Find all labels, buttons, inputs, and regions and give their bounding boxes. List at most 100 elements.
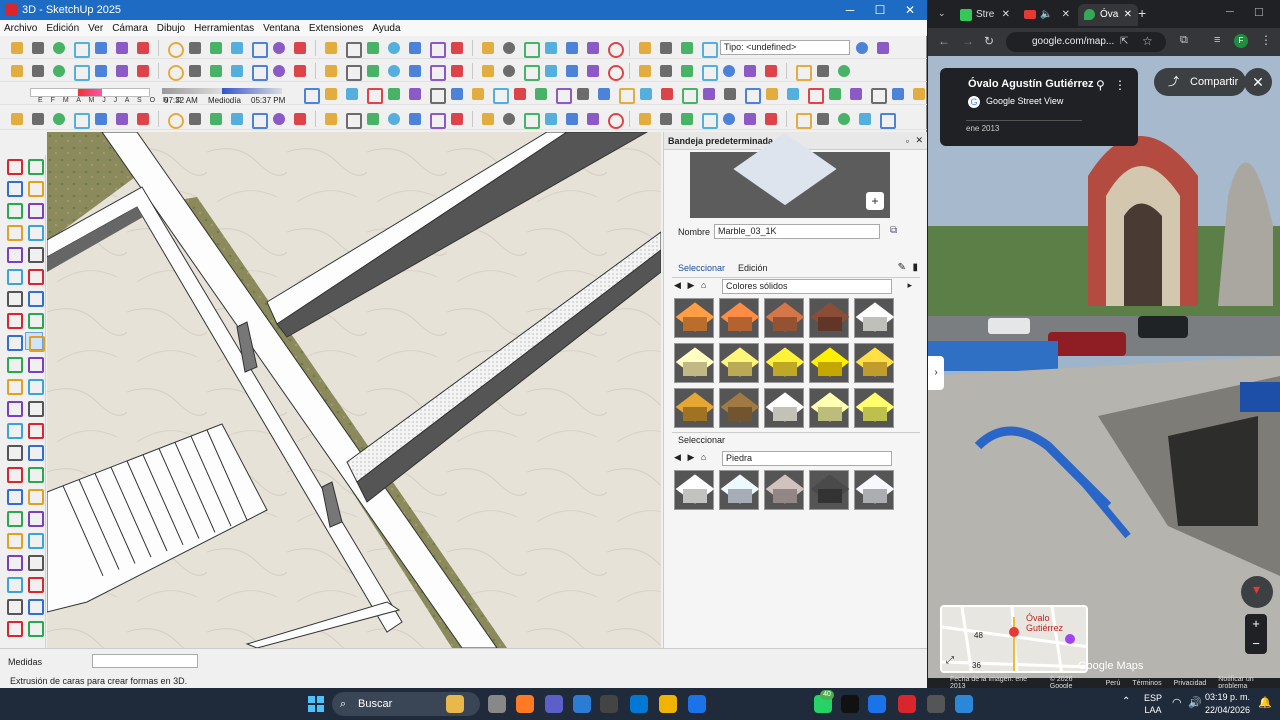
tb4-tool-3-icon[interactable] <box>50 111 68 127</box>
tb3-tool-3-icon[interactable] <box>343 86 361 102</box>
tb4-tool-12-icon[interactable] <box>249 111 268 129</box>
left-tool-16-1-icon[interactable] <box>4 486 23 505</box>
close-streetview-button[interactable]: ✕ <box>1244 68 1272 96</box>
tb4-tool-13-icon[interactable] <box>270 111 288 127</box>
tb4-tool-9-icon[interactable] <box>186 111 204 127</box>
tb2-tool-4-icon[interactable] <box>71 63 90 81</box>
menu-ver[interactable]: Ver <box>88 23 103 34</box>
tb2-tool-9-icon[interactable] <box>186 63 204 79</box>
left-tool-14-2-icon[interactable] <box>25 442 44 461</box>
menu-ayuda[interactable]: Ayuda <box>372 23 400 34</box>
start-windows-icon[interactable] <box>308 696 324 712</box>
tb4-tool-35-icon[interactable] <box>762 111 780 127</box>
tb2-tool-23-icon[interactable] <box>500 63 518 79</box>
tb3-tool-9-icon[interactable] <box>469 86 487 102</box>
material-swatch[interactable] <box>854 470 894 510</box>
country-link[interactable]: Perú <box>1106 680 1121 687</box>
tb1-tool-10-icon[interactable] <box>207 40 225 56</box>
left-tool-5-1-icon[interactable] <box>4 244 23 263</box>
tb2-tool-20-icon[interactable] <box>427 63 446 81</box>
back-icon-2[interactable]: ◀ <box>674 452 681 462</box>
left-tool-2-2-icon[interactable] <box>25 178 44 197</box>
tb1-tool-30-icon[interactable] <box>657 40 675 56</box>
tb4-tool-33-icon[interactable] <box>720 111 738 127</box>
left-tool-1-2-icon[interactable] <box>25 156 44 175</box>
left-tool-22-1-icon[interactable] <box>4 618 23 637</box>
tb1-tool-3-icon[interactable] <box>50 40 68 56</box>
tb3-tool-28-icon[interactable] <box>868 86 887 104</box>
tb4-tool-20-icon[interactable] <box>427 111 446 129</box>
left-tool-9-1-icon[interactable] <box>4 332 23 351</box>
material-swatch[interactable] <box>854 298 894 338</box>
menu-herramientas[interactable]: Herramientas <box>194 23 254 34</box>
tb1-tool-16-icon[interactable] <box>343 40 362 58</box>
tb1-tool-33-icon[interactable] <box>853 40 871 56</box>
expand-map-icon[interactable]: ⤢ <box>946 655 954 666</box>
tb2-tool-36-icon[interactable] <box>793 63 812 81</box>
menu-extensiones[interactable]: Extensiones <box>309 23 363 34</box>
tb3-tool-25-icon[interactable] <box>805 86 824 104</box>
tb2-tool-28-icon[interactable] <box>605 63 624 81</box>
tb2-tool-38-icon[interactable] <box>835 63 853 79</box>
left-tool-3-1-icon[interactable] <box>4 200 23 219</box>
material-swatch[interactable] <box>764 388 804 428</box>
tb3-tool-2-icon[interactable] <box>322 86 340 102</box>
tb4-tool-17-icon[interactable] <box>364 111 382 127</box>
tb4-tool-19-icon[interactable] <box>406 111 424 127</box>
report-link[interactable]: Notificar un problema <box>1218 676 1280 688</box>
left-tool-18-2-icon[interactable] <box>25 530 44 549</box>
left-tool-1-1-icon[interactable] <box>4 156 23 175</box>
tb2-tool-21-icon[interactable] <box>448 63 466 79</box>
material-swatch[interactable] <box>809 343 849 383</box>
tab-3[interactable]: Óva ✕ <box>1078 4 1138 26</box>
tb3-tool-13-icon[interactable] <box>553 86 572 104</box>
firefox-icon[interactable] <box>516 695 534 713</box>
tb2-tool-15-icon[interactable] <box>322 63 340 79</box>
left-tool-18-1-icon[interactable] <box>4 530 23 549</box>
new-tab-icon[interactable]: + <box>1138 5 1146 21</box>
tb4-tool-39-icon[interactable] <box>856 111 874 127</box>
eyedropper-icon[interactable]: ✎ <box>898 262 906 273</box>
privacy-link[interactable]: Privacidad <box>1174 680 1207 687</box>
3d-viewport[interactable] <box>47 132 661 648</box>
tb3-tool-12-icon[interactable] <box>532 86 550 102</box>
tb4-tool-7-icon[interactable] <box>134 111 152 127</box>
tb4-tool-21-icon[interactable] <box>448 111 466 127</box>
tb2-tool-22-icon[interactable] <box>479 63 497 79</box>
tb3-tool-5-icon[interactable] <box>385 86 403 102</box>
left-tool-15-2-icon[interactable] <box>25 464 44 483</box>
left-tool-7-2-icon[interactable] <box>25 288 44 307</box>
tb1-tool-23-icon[interactable] <box>500 40 518 56</box>
tb2-tool-35-icon[interactable] <box>762 63 780 79</box>
tb1-tool-2-icon[interactable] <box>29 40 47 56</box>
zoom-out-button[interactable]: − <box>1245 634 1267 654</box>
tb3-tool-6-icon[interactable] <box>406 86 424 102</box>
card-menu-icon[interactable]: ⋮ <box>1114 78 1126 92</box>
tb3-tool-4-icon[interactable] <box>364 86 383 104</box>
left-tool-11-1-icon[interactable] <box>4 376 23 395</box>
app-icon[interactable] <box>955 695 973 713</box>
tb1-tool-34-icon[interactable] <box>874 40 892 56</box>
reading-list-icon[interactable]: ≡ <box>1214 34 1220 46</box>
location-pin-icon[interactable]: ⚲ <box>1096 78 1105 92</box>
tb1-tool-11-icon[interactable] <box>228 40 246 56</box>
tb2-tool-10-icon[interactable] <box>207 63 225 79</box>
tray-pin-icon[interactable]: ▫ <box>906 136 909 146</box>
tb2-tool-26-icon[interactable] <box>563 63 581 79</box>
left-tool-22-2-icon[interactable] <box>25 618 44 637</box>
tb1-tool-14-icon[interactable] <box>291 40 309 56</box>
tb2-tool-6-icon[interactable] <box>113 63 131 79</box>
left-tool-4-1-icon[interactable] <box>4 222 23 241</box>
tb1-tool-5-icon[interactable] <box>92 40 110 56</box>
tb2-tool-27-icon[interactable] <box>584 63 602 79</box>
street-view[interactable]: Óvalo Agustín Gutiérrez G Google Street … <box>928 56 1280 688</box>
tb4-tool-27-icon[interactable] <box>584 111 602 127</box>
tb2-tool-17-icon[interactable] <box>364 63 382 79</box>
minimap[interactable]: Óvalo Gutiérrez 48 36 ⤢ <box>940 605 1088 673</box>
tb2-tool-31-icon[interactable] <box>678 63 696 79</box>
tb3-tool-10-icon[interactable] <box>490 86 509 104</box>
material-swatch[interactable] <box>719 343 759 383</box>
tb2-tool-30-icon[interactable] <box>657 63 675 79</box>
tb3-tool-16-icon[interactable] <box>616 86 635 104</box>
measurements-input[interactable] <box>92 654 198 668</box>
